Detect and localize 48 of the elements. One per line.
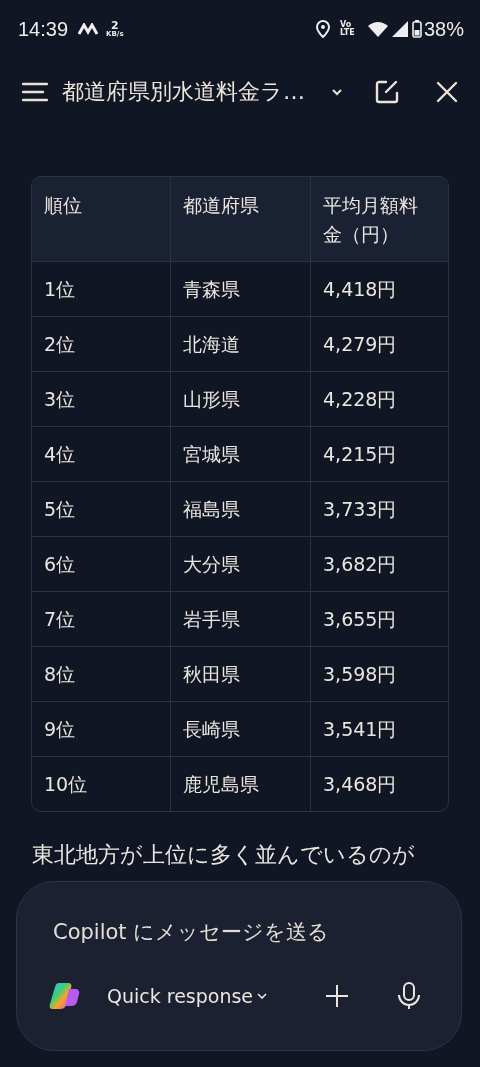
table-cell: 3,468円 <box>310 756 448 811</box>
column-header: 順位 <box>32 177 170 261</box>
table-cell: 3,682円 <box>310 536 448 591</box>
table-cell: 3,733円 <box>310 481 448 536</box>
app-logo-icon <box>78 23 99 35</box>
table-cell: 長崎県 <box>170 701 310 756</box>
table-cell: 4,228円 <box>310 371 448 426</box>
table-cell: 4,215円 <box>310 426 448 481</box>
column-header: 平均月額料金（円） <box>310 177 448 261</box>
table-cell: 4,418円 <box>310 261 448 316</box>
table-cell: 大分県 <box>170 536 310 591</box>
column-header: 都道府県 <box>170 177 310 261</box>
table-cell: 鹿児島県 <box>170 756 310 811</box>
table-cell: 北海道 <box>170 316 310 371</box>
table-cell: 岩手県 <box>170 591 310 646</box>
battery-percent: 38% <box>423 17 464 41</box>
table-cell: 4,279円 <box>310 316 448 371</box>
conversation-title[interactable]: 都道府県別水道料金ラ… <box>62 77 305 107</box>
table-cell: 福島県 <box>170 481 310 536</box>
table-cell: 1位 <box>32 261 170 316</box>
speed-value: 2 <box>110 20 119 31</box>
table-cell: 6位 <box>32 536 170 591</box>
mode-selector[interactable]: Quick response <box>107 985 268 1007</box>
table-cell: 2位 <box>32 316 170 371</box>
table-cell: 10位 <box>32 756 170 811</box>
response-paragraph: 東北地方が上位に多く並んでいるのが <box>32 841 415 869</box>
network-label: Vo LTE <box>339 21 356 37</box>
chevron-down-icon <box>257 993 268 999</box>
status-time: 14:39 <box>18 17 69 41</box>
signal-icon <box>391 21 408 37</box>
table-cell: 3,541円 <box>310 701 448 756</box>
table-cell: 5位 <box>32 481 170 536</box>
table-cell: 3,598円 <box>310 646 448 701</box>
table-cell: 3,655円 <box>310 591 448 646</box>
table-cell: 9位 <box>32 701 170 756</box>
copilot-logo-icon <box>49 981 81 1011</box>
table-cell: 3位 <box>32 371 170 426</box>
table-cell: 宮城県 <box>170 426 310 481</box>
battery-icon <box>411 20 422 38</box>
table-cell: 秋田県 <box>170 646 310 701</box>
table-cell: 8位 <box>32 646 170 701</box>
message-input[interactable]: Copilot にメッセージを送る <box>49 920 429 944</box>
table-cell: 4位 <box>32 426 170 481</box>
table-cell: 7位 <box>32 591 170 646</box>
table-cell: 青森県 <box>170 261 310 316</box>
table-cell: 山形県 <box>170 371 310 426</box>
location-icon <box>315 20 330 38</box>
wifi-icon <box>367 21 388 37</box>
